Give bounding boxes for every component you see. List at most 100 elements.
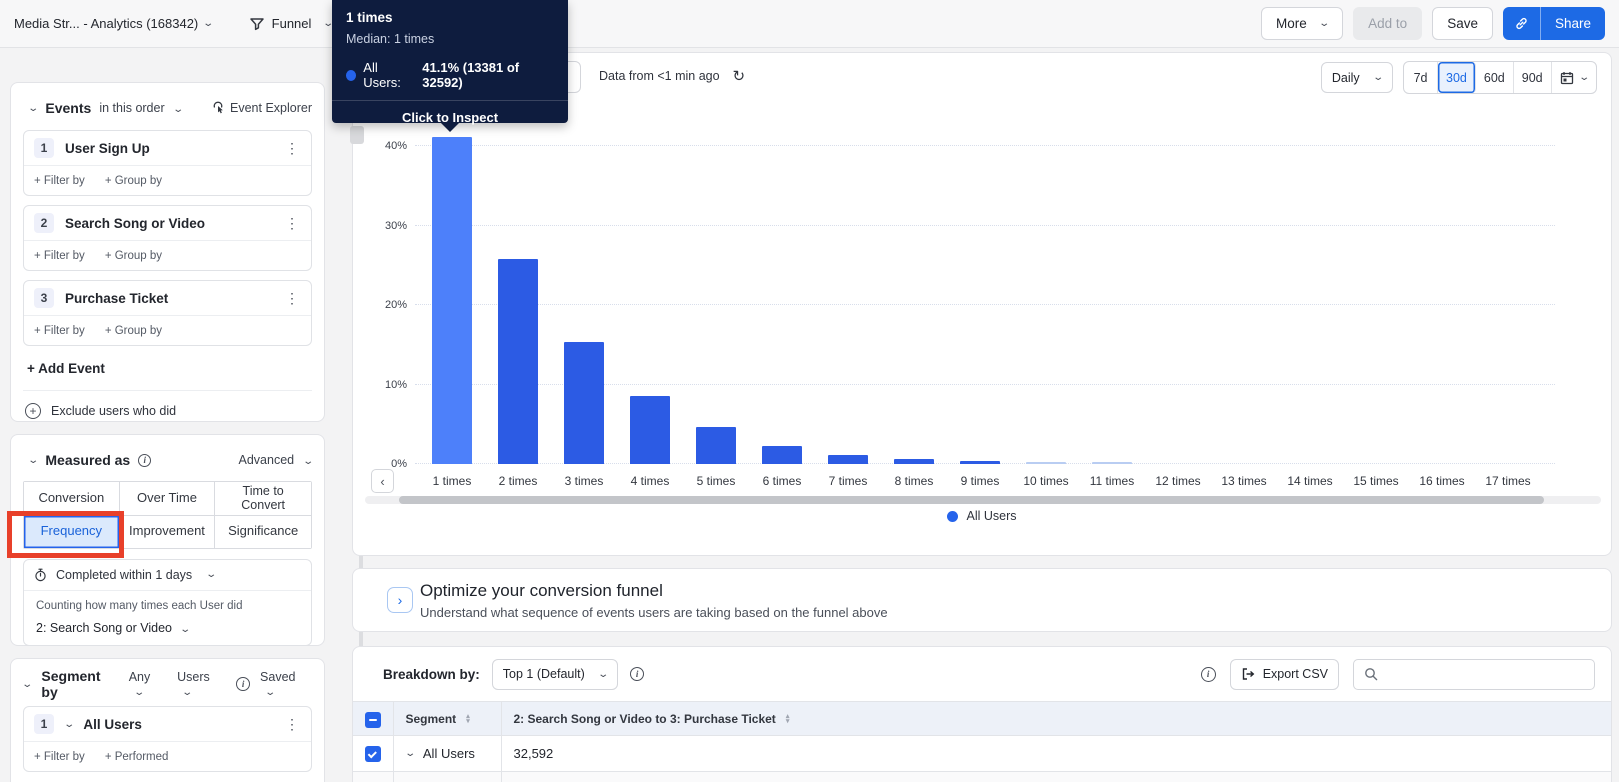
table-row[interactable]: ⌄ All Users 32,592 bbox=[353, 736, 1611, 772]
bar[interactable] bbox=[432, 137, 472, 464]
tab-time-to-convert[interactable]: Time to Convert bbox=[215, 482, 311, 516]
bar-column[interactable] bbox=[1343, 137, 1409, 464]
x-tick-label: 6 times bbox=[749, 474, 815, 488]
bar-column[interactable] bbox=[1145, 137, 1211, 464]
segment-any-dropdown[interactable]: Any ⌄ bbox=[129, 670, 167, 698]
tab-improvement[interactable]: Improvement bbox=[120, 516, 216, 548]
group-by-button[interactable]: + Group by bbox=[105, 175, 162, 187]
filter-by-button[interactable]: + Filter by bbox=[34, 175, 85, 187]
kebab-menu-icon[interactable]: ⋮ bbox=[283, 140, 301, 157]
event-explorer-button[interactable]: Event Explorer bbox=[211, 101, 312, 115]
bar-column[interactable] bbox=[485, 137, 551, 464]
select-all-checkbox[interactable] bbox=[365, 712, 381, 728]
bar[interactable] bbox=[498, 259, 538, 464]
save-button[interactable]: Save bbox=[1432, 7, 1493, 40]
x-tick-label: 13 times bbox=[1211, 474, 1277, 488]
export-csv-button[interactable]: Export CSV bbox=[1230, 659, 1339, 690]
info-icon[interactable]: i bbox=[138, 454, 151, 467]
bar-column[interactable] bbox=[1409, 137, 1475, 464]
bar-column[interactable] bbox=[1277, 137, 1343, 464]
info-icon[interactable]: i bbox=[236, 677, 250, 691]
info-icon[interactable]: i bbox=[630, 667, 644, 681]
bar[interactable] bbox=[696, 427, 736, 464]
event-card-1[interactable]: 1 User Sign Up ⋮ + Filter by + Group by bbox=[23, 130, 312, 196]
bar-column[interactable] bbox=[881, 137, 947, 464]
events-panel-title: Events bbox=[45, 100, 91, 116]
event-card-3[interactable]: 3 Purchase Ticket ⋮ + Filter by + Group … bbox=[23, 280, 312, 346]
tab-over-time[interactable]: Over Time bbox=[120, 482, 216, 516]
collapse-chevron-icon[interactable]: ⌄ bbox=[27, 103, 39, 114]
bar-column[interactable] bbox=[1475, 137, 1541, 464]
x-tick-label: 14 times bbox=[1277, 474, 1343, 488]
chevron-down-icon[interactable]: ⌄ bbox=[63, 719, 75, 730]
bar-column[interactable] bbox=[749, 137, 815, 464]
bar[interactable] bbox=[1092, 462, 1132, 464]
breakdown-selector-dropdown[interactable]: Top 1 (Default) ⌄ bbox=[492, 659, 618, 690]
report-type-label: Funnel bbox=[272, 16, 312, 31]
add-to-button[interactable]: Add to bbox=[1353, 7, 1422, 40]
group-by-button[interactable]: + Group by bbox=[105, 325, 162, 337]
board-title-dropdown[interactable]: Media Str... - Analytics (168342) ⌄ bbox=[14, 16, 213, 31]
refresh-icon[interactable]: ↻ bbox=[733, 67, 746, 85]
event-card-2[interactable]: 2 Search Song or Video ⋮ + Filter by + G… bbox=[23, 205, 312, 271]
advanced-dropdown[interactable]: Advanced ⌄ bbox=[239, 453, 312, 467]
collapse-chevron-icon[interactable]: ⌄ bbox=[27, 455, 39, 466]
tab-conversion[interactable]: Conversion bbox=[24, 482, 120, 516]
more-button[interactable]: More ⌄ bbox=[1261, 7, 1343, 40]
scroll-left-button[interactable]: ‹ bbox=[371, 469, 394, 493]
filter-by-button[interactable]: + Filter by bbox=[34, 325, 85, 337]
counting-event-dropdown[interactable]: 2: Search Song or Video ⌄ bbox=[36, 621, 301, 635]
horizontal-scrollbar-thumb[interactable] bbox=[399, 496, 1544, 504]
segment-users-dropdown[interactable]: Users ⌄ bbox=[177, 670, 226, 698]
expand-banner-button[interactable]: › bbox=[387, 587, 413, 613]
events-panel: ⌄ Events in this order ⌄ Event Explorer … bbox=[10, 82, 325, 422]
bar[interactable] bbox=[1026, 462, 1066, 464]
tab-frequency[interactable]: Frequency bbox=[24, 516, 120, 548]
bar-column[interactable] bbox=[1079, 137, 1145, 464]
performed-button[interactable]: + Performed bbox=[105, 751, 169, 763]
bar-column[interactable] bbox=[419, 137, 485, 464]
share-button[interactable]: Share bbox=[1541, 7, 1605, 40]
conversion-window-dropdown[interactable]: Completed within 1 days ⌄ bbox=[24, 560, 311, 591]
segment-card-1[interactable]: 1 ⌄ All Users ⋮ + Filter by + Performed bbox=[23, 706, 312, 772]
bar-column[interactable] bbox=[1013, 137, 1079, 464]
bar-column[interactable] bbox=[947, 137, 1013, 464]
sort-icon[interactable]: ▴▾ bbox=[786, 714, 790, 724]
column-header-step: 2: Search Song or Video to 3: Purchase T… bbox=[514, 712, 776, 726]
series-dot-icon bbox=[346, 70, 356, 81]
bar[interactable] bbox=[960, 461, 1000, 464]
bar[interactable] bbox=[762, 446, 802, 464]
group-by-button[interactable]: + Group by bbox=[105, 250, 162, 262]
kebab-menu-icon[interactable]: ⋮ bbox=[283, 290, 301, 307]
chart-tooltip[interactable]: 1 times Median: 1 times All Users: 41.1%… bbox=[332, 0, 568, 123]
bar-column[interactable] bbox=[683, 137, 749, 464]
bar[interactable] bbox=[894, 459, 934, 464]
filter-by-button[interactable]: + Filter by bbox=[34, 751, 85, 763]
info-icon[interactable]: i bbox=[1201, 667, 1216, 682]
filter-by-button[interactable]: + Filter by bbox=[34, 250, 85, 262]
event-order-dropdown[interactable]: in this order ⌄ bbox=[99, 101, 182, 115]
exclude-users-button[interactable]: + Exclude users who did bbox=[23, 390, 312, 419]
bar-column[interactable] bbox=[617, 137, 683, 464]
bar-column[interactable] bbox=[1211, 137, 1277, 464]
sort-icon[interactable]: ▴▾ bbox=[466, 714, 470, 724]
bar[interactable] bbox=[828, 455, 868, 464]
bar[interactable] bbox=[564, 342, 604, 464]
tab-significance[interactable]: Significance bbox=[215, 516, 311, 548]
copy-link-button[interactable] bbox=[1503, 7, 1541, 40]
row-checkbox[interactable] bbox=[365, 746, 381, 762]
conversion-window-label: Completed within 1 days bbox=[56, 568, 192, 582]
kebab-menu-icon[interactable]: ⋮ bbox=[283, 716, 301, 733]
bar-column[interactable] bbox=[815, 137, 881, 464]
kebab-menu-icon[interactable]: ⋮ bbox=[283, 215, 301, 232]
plot-area[interactable] bbox=[415, 122, 1560, 464]
x-tick-label: 4 times bbox=[617, 474, 683, 488]
chevron-down-icon[interactable]: ⌄ bbox=[404, 748, 416, 759]
search-input[interactable] bbox=[1386, 667, 1584, 681]
bar[interactable] bbox=[630, 396, 670, 464]
saved-dropdown[interactable]: Saved ⌄ bbox=[260, 670, 312, 698]
collapse-chevron-icon[interactable]: ⌄ bbox=[21, 679, 33, 690]
table-search-box[interactable] bbox=[1353, 659, 1595, 690]
add-event-button[interactable]: + Add Event bbox=[23, 361, 312, 376]
bar-column[interactable] bbox=[551, 137, 617, 464]
